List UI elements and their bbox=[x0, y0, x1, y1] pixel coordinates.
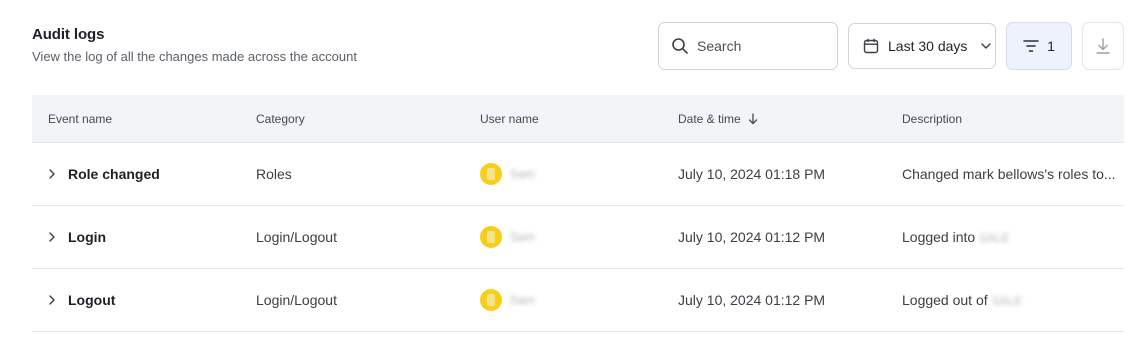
user-name: Sam bbox=[510, 230, 535, 244]
column-header-date-time-label: Date & time bbox=[678, 111, 741, 126]
audit-log-table: Event name Category User name Date & tim… bbox=[32, 95, 1124, 332]
avatar bbox=[480, 226, 502, 248]
description-cell: Logged out of SALE bbox=[902, 292, 1124, 308]
chevron-right-icon[interactable] bbox=[48, 168, 56, 180]
datetime-cell: July 10, 2024 01:12 PM bbox=[678, 292, 826, 308]
datetime-cell: July 10, 2024 01:12 PM bbox=[678, 229, 826, 245]
event-cell: Login bbox=[32, 229, 256, 245]
user-cell: Sam bbox=[480, 163, 678, 185]
description-redacted: SALE bbox=[991, 294, 1023, 308]
avatar bbox=[480, 163, 502, 185]
chevron-right-icon[interactable] bbox=[48, 294, 56, 306]
column-header-user-name[interactable]: User name bbox=[480, 112, 678, 126]
description-text: Logged out of bbox=[902, 292, 988, 308]
date-range-label: Last 30 days bbox=[888, 38, 968, 54]
table-row[interactable]: Login Login/Logout Sam July 10, 2024 01:… bbox=[32, 206, 1124, 269]
page-header: Audit logs View the log of all the chang… bbox=[32, 26, 357, 64]
event-name: Login bbox=[68, 229, 107, 245]
arrow-down-icon bbox=[748, 112, 757, 124]
column-header-category[interactable]: Category bbox=[256, 112, 480, 126]
page-title: Audit logs bbox=[32, 26, 105, 43]
page-subtitle: View the log of all the changes made acr… bbox=[32, 49, 357, 64]
calendar-icon bbox=[863, 38, 879, 54]
filter-button[interactable]: 1 bbox=[1006, 22, 1072, 70]
download-button[interactable] bbox=[1082, 22, 1124, 70]
chevron-right-icon[interactable] bbox=[48, 231, 56, 243]
search-box[interactable] bbox=[658, 22, 838, 70]
user-cell: Sam bbox=[480, 289, 678, 311]
download-icon bbox=[1096, 38, 1110, 54]
description-cell: Changed mark bellows's roles to... bbox=[902, 166, 1124, 182]
user-cell: Sam bbox=[480, 226, 678, 248]
filter-icon bbox=[1023, 40, 1039, 52]
search-input[interactable] bbox=[697, 38, 817, 54]
user-name: Sam bbox=[510, 167, 535, 181]
chevron-down-icon bbox=[981, 43, 992, 49]
user-name: Sam bbox=[510, 293, 535, 307]
description-text: Changed mark bellows's roles to... bbox=[902, 166, 1116, 182]
category-cell: Login/Logout bbox=[256, 229, 337, 245]
category-cell: Roles bbox=[256, 166, 292, 182]
column-header-description[interactable]: Description bbox=[902, 112, 1124, 126]
column-header-date-time[interactable]: Date & time bbox=[678, 112, 902, 126]
event-cell: Logout bbox=[32, 292, 256, 308]
event-name: Logout bbox=[68, 292, 116, 308]
category-cell: Login/Logout bbox=[256, 292, 337, 308]
event-name: Role changed bbox=[68, 166, 160, 182]
description-cell: Logged into SALE bbox=[902, 229, 1124, 245]
table-row[interactable]: Logout Login/Logout Sam July 10, 2024 01… bbox=[32, 269, 1124, 332]
datetime-cell: July 10, 2024 01:18 PM bbox=[678, 166, 826, 182]
date-range-button[interactable]: Last 30 days bbox=[848, 23, 996, 69]
avatar bbox=[480, 289, 502, 311]
toolbar: Last 30 days 1 bbox=[658, 22, 1124, 70]
table-header: Event name Category User name Date & tim… bbox=[32, 95, 1124, 143]
description-text: Logged into bbox=[902, 229, 976, 245]
column-header-event-name[interactable]: Event name bbox=[32, 112, 256, 126]
filter-count: 1 bbox=[1047, 38, 1055, 54]
description-redacted: SALE bbox=[979, 231, 1010, 245]
search-icon bbox=[672, 38, 688, 54]
table-row[interactable]: Role changed Roles Sam July 10, 2024 01:… bbox=[32, 143, 1124, 206]
event-cell: Role changed bbox=[32, 166, 256, 182]
